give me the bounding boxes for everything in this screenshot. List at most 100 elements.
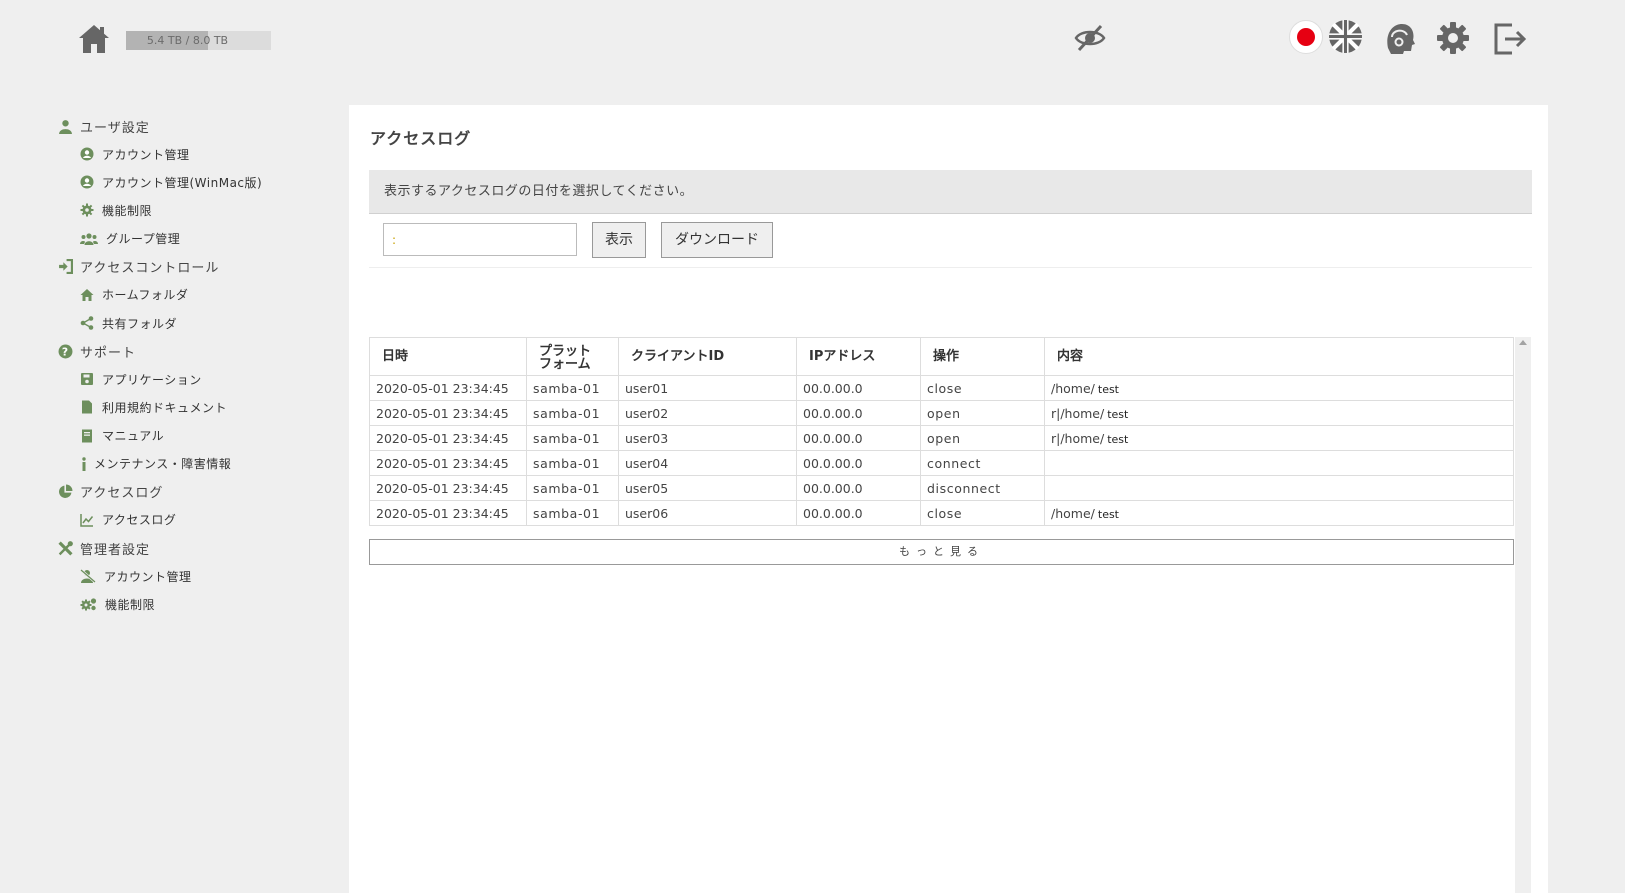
tools-icon [58,540,73,556]
sidebar-item-terms-documents[interactable]: 利用規約ドキュメント [58,393,338,421]
sidebar-group-admin-settings: 管理者設定 [58,534,338,562]
sidebar-item-group-management[interactable]: グループ管理 [58,225,338,253]
cell-datetime: 2020-05-01 23:34:45 [369,450,527,476]
cell-ip-address: 00.0.00.0 [796,450,921,476]
sidebar-item-admin-function-restriction[interactable]: 機能制限 [58,590,338,618]
cell-ip-address: 00.0.00.0 [796,475,921,501]
save-icon [81,373,93,386]
share-icon [80,316,94,330]
download-button[interactable]: ダウンロード [661,222,773,258]
user-circle-icon [80,175,94,189]
sidebar-item-account-management[interactable]: アカウント管理 [58,140,338,168]
sidebar-item-maintenance-info[interactable]: メンテナンス・障害情報 [58,450,338,478]
sidebar-group-label: サポート [80,345,137,361]
cell-content: /home/test [1044,375,1514,401]
divider [369,267,1532,268]
cell-datetime: 2020-05-01 23:34:45 [369,400,527,426]
cell-ip-address: 00.0.00.0 [796,500,921,526]
cell-client-id: user04 [618,450,797,476]
content-path: /home/ [1051,380,1095,396]
cell-operation: disconnect [920,475,1045,501]
cell-platform: samba-01 [526,475,619,501]
table-header-row: 日時 プラット フォーム クライアントID IPアドレス 操作 内容 [369,337,1514,376]
header-datetime: 日時 [369,337,527,376]
cell-content: /home/test [1044,500,1514,526]
sidebar-group-label: アクセスコントロール [80,261,220,277]
table-body: 2020-05-01 23:34:45 samba-01 user01 00.0.00… [369,375,1514,526]
cell-platform: samba-01 [526,400,619,426]
header-platform: プラット フォーム [526,337,619,376]
cell-content: r|/home/test [1044,425,1514,451]
cell-datetime: 2020-05-01 23:34:45 [369,475,527,501]
table-row: 2020-05-01 23:34:45 samba-01 user03 00.0.00… [369,425,1514,451]
home-icon[interactable] [77,22,111,56]
table-row: 2020-05-01 23:34:45 samba-01 user04 00.0.00… [369,450,1514,476]
main-panel: アクセスログ 表示するアクセスログの日付を選択してください。 表示 ダウンロード… [349,105,1548,893]
content-path: /home/ [1051,505,1095,521]
cell-content: r|/home/test [1044,400,1514,426]
scrollbar[interactable] [1515,337,1531,893]
content-file: test [1097,382,1119,396]
line-chart-icon [80,513,94,527]
access-log-table-wrapper: 日時 プラット フォーム クライアントID IPアドレス 操作 内容 2020-05-01… [369,337,1514,526]
cell-client-id: user06 [618,500,797,526]
content-path: r|/home/ [1051,405,1105,421]
sidebar-item-shared-folder[interactable]: 共有フォルダ [58,309,338,337]
sidebar-item-admin-account-management[interactable]: アカウント管理 [58,562,338,590]
show-more-button[interactable]: もっと見る [369,539,1514,565]
pie-chart-icon [59,484,73,499]
cell-client-id: user05 [618,475,797,501]
sidebar-item-label: メンテナンス・障害情報 [94,457,232,472]
sidebar-group-user-settings: ユーザ設定 [58,112,338,140]
sidebar-item-function-restriction[interactable]: 機能制限 [58,196,338,224]
user-icon [59,119,72,134]
table-row: 2020-05-01 23:34:45 samba-01 user06 00.0.00… [369,500,1514,526]
storage-usage-text: 5.4 TB / 8.0 TB [146,34,229,47]
eye-slash-icon[interactable] [1073,21,1107,55]
cell-platform: samba-01 [526,500,619,526]
sidebar-item-label: マニュアル [102,429,165,444]
sidebar-group-label: ユーザ設定 [80,120,150,136]
home-icon [80,288,94,301]
table-row: 2020-05-01 23:34:45 samba-01 user02 00.0.00… [369,400,1514,426]
sidebar-item-home-folder[interactable]: ホームフォルダ [58,281,338,309]
content-file: test [1107,432,1129,446]
cell-platform: samba-01 [526,425,619,451]
sidebar-item-label: 機能制限 [102,203,153,218]
sidebar-item-access-log[interactable]: アクセスログ [58,506,338,534]
header-ip-address: IPアドレス [796,337,921,376]
sidebar-group-support: ? サポート [58,337,338,365]
support-icon[interactable] [1382,20,1418,56]
logout-icon[interactable] [1492,21,1528,57]
sidebar-item-applications[interactable]: アプリケーション [58,365,338,393]
show-button[interactable]: 表示 [592,222,646,258]
top-bar: 5.4 TB / 8.0 TB [0,0,1625,80]
header-content: 内容 [1044,337,1514,376]
uk-flag-icon[interactable] [1328,19,1363,54]
sidebar-item-account-management-winmac[interactable]: アカウント管理(WinMac版) [58,168,338,196]
sidebar-item-manual[interactable]: マニュアル [58,422,338,450]
sidebar: ユーザ設定 アカウント管理 アカウント管理(WinMac版) 機能制限 グループ… [58,112,338,618]
sidebar-item-label: グループ管理 [106,232,181,247]
date-select-notice: 表示するアクセスログの日付を選択してください。 [369,170,1532,214]
scroll-up-arrow-icon[interactable] [1519,340,1527,345]
sidebar-item-label: 機能制限 [105,597,156,612]
sidebar-item-label: 共有フォルダ [102,316,178,331]
storage-usage-bar: 5.4 TB / 8.0 TB [126,31,271,50]
question-circle-icon: ? [58,344,73,359]
file-icon [82,400,92,414]
cell-client-id: user02 [618,400,797,426]
date-input[interactable] [383,223,577,256]
info-icon [82,457,86,471]
cell-platform: samba-01 [526,450,619,476]
cell-client-id: user01 [618,375,797,401]
page-title: アクセスログ [370,129,472,148]
header-client-id: クライアントID [618,337,797,376]
gear-icon[interactable] [1436,21,1470,55]
header-operation: 操作 [920,337,1045,376]
content-file: test [1097,507,1119,521]
sidebar-item-label: アカウント管理 [104,569,192,584]
japan-flag-icon[interactable] [1289,20,1323,54]
cog-icon [80,203,94,217]
user-slash-icon [80,569,96,584]
